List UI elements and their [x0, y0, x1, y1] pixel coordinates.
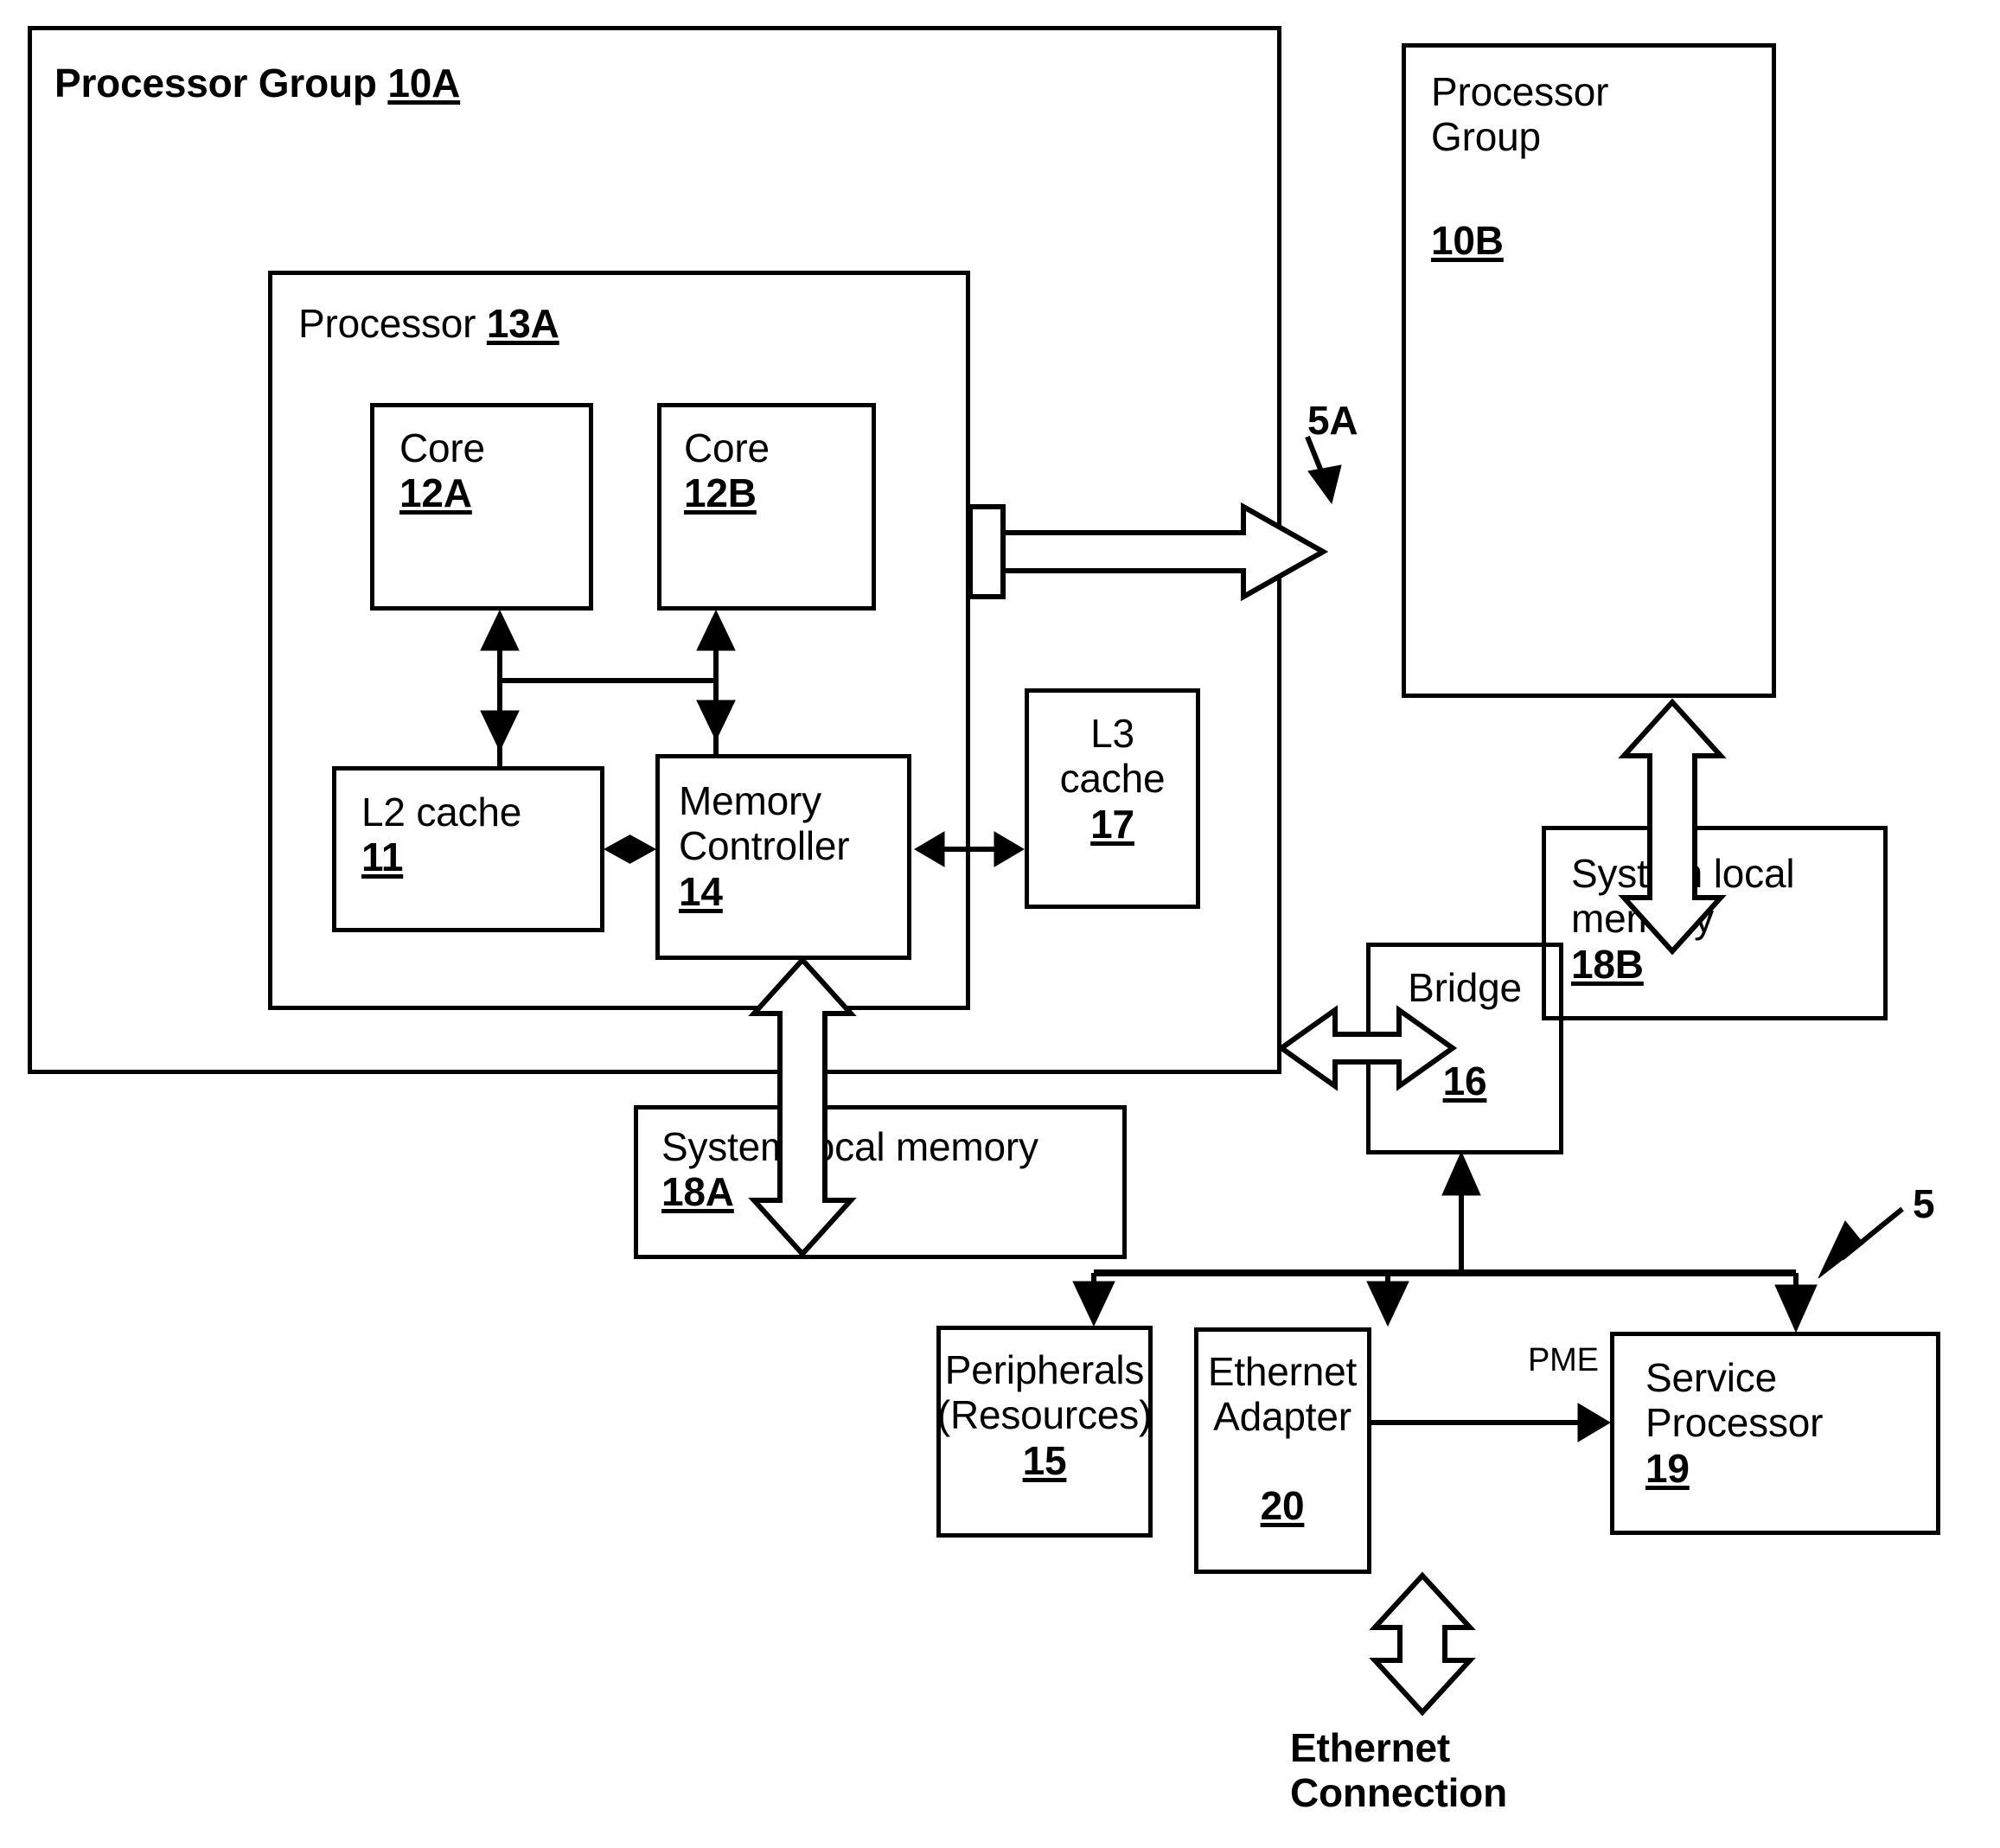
block-processor-group-10a-label: Processor Group 10A: [54, 61, 460, 106]
block-l2-cache-ref: 11: [361, 834, 404, 880]
block-service-processor-ref: 19: [1645, 1445, 1690, 1491]
block-core-12a-title: Core: [399, 425, 485, 470]
connector-ethernet-adapter-to-ethernet-connection: [1369, 1571, 1476, 1717]
connector-ethernet-to-service-processor-pme: [1371, 1403, 1611, 1442]
block-processor-group-10b-label: Processor Group: [1431, 69, 1608, 160]
block-bridge-ref: 16: [1442, 1058, 1487, 1103]
block-processor-13a-ref: 13A: [486, 301, 559, 346]
block-memory-controller-title: Memory Controller: [679, 778, 850, 869]
block-system-local-memory-18b-title: System local memory: [1571, 851, 1795, 942]
block-l2-cache-title: L2 cache: [361, 790, 522, 834]
block-peripherals-title: Peripherals (Resources): [936, 1347, 1153, 1438]
block-service-processor-title: Service Processor: [1645, 1355, 1824, 1446]
annotation-5-pointer: [1818, 1206, 1904, 1279]
connector-bus-to-service-processor: [1774, 1273, 1818, 1333]
block-system-local-memory-18a-ref: 18A: [661, 1169, 734, 1215]
block-processor-13a-label: Processor 13A: [298, 301, 559, 346]
block-system-local-memory-18a-title: System local memory: [661, 1124, 1038, 1169]
block-processor-group-10b-ref: 10B: [1431, 218, 1504, 263]
block-core-12b-label: Core 12B: [684, 425, 770, 516]
block-system-local-memory-18b-ref: 18B: [1571, 941, 1644, 987]
figure-canvas: Processor Group 10A Processor 13A Core 12…: [0, 0, 2000, 1848]
block-l2-cache-label: L2 cache 11: [361, 790, 521, 880]
connector-bus-to-ethernet-adapter: [1366, 1273, 1409, 1327]
block-core-12a-label: Core 12A: [399, 425, 485, 516]
block-system-local-memory-18b-label: System local memory 18B: [1571, 851, 1795, 987]
block-memory-controller-ref: 14: [679, 868, 723, 914]
block-memory-controller-label: Memory Controller 14: [679, 778, 850, 914]
annotation-5a: 5A: [1307, 398, 1358, 443]
block-processor-group-10a-title: Processor Group: [54, 61, 388, 106]
block-ethernet-adapter-title: Ethernet Adapter: [1207, 1349, 1358, 1440]
block-core-12b-title: Core: [684, 425, 770, 470]
block-processor-group-10a-ref: 10A: [387, 61, 461, 106]
block-l3-cache-label: L3 cache 17: [1025, 711, 1200, 847]
block-service-processor-label: Service Processor 19: [1645, 1355, 1823, 1491]
block-peripherals-label: Peripherals (Resources) 15: [936, 1347, 1153, 1483]
connector-bridge-to-bus: [1441, 1150, 1481, 1273]
connector-bus-to-peripherals: [1072, 1273, 1115, 1327]
annotation-ethernet-connection: Ethernet Connection: [1290, 1725, 1507, 1816]
block-core-12a-ref: 12A: [399, 470, 472, 516]
block-l3-cache-title: L3 cache: [1059, 711, 1166, 802]
block-core-12b-ref: 12B: [684, 470, 757, 516]
annotation-pme: PME: [1528, 1342, 1599, 1378]
block-bridge-title: Bridge: [1408, 965, 1522, 1010]
block-ethernet-adapter-ref: 20: [1260, 1483, 1305, 1528]
block-processor-13a-title: Processor: [298, 301, 487, 346]
block-processor-group-10b-title: Processor Group: [1431, 69, 1609, 160]
block-system-local-memory-18a-label: System local memory 18A: [661, 1124, 1038, 1215]
block-peripherals-ref: 15: [1022, 1437, 1067, 1483]
annotation-5a-pointer: [1305, 435, 1342, 505]
block-l3-cache-ref: 17: [1090, 801, 1134, 847]
annotation-5: 5: [1913, 1181, 1935, 1226]
